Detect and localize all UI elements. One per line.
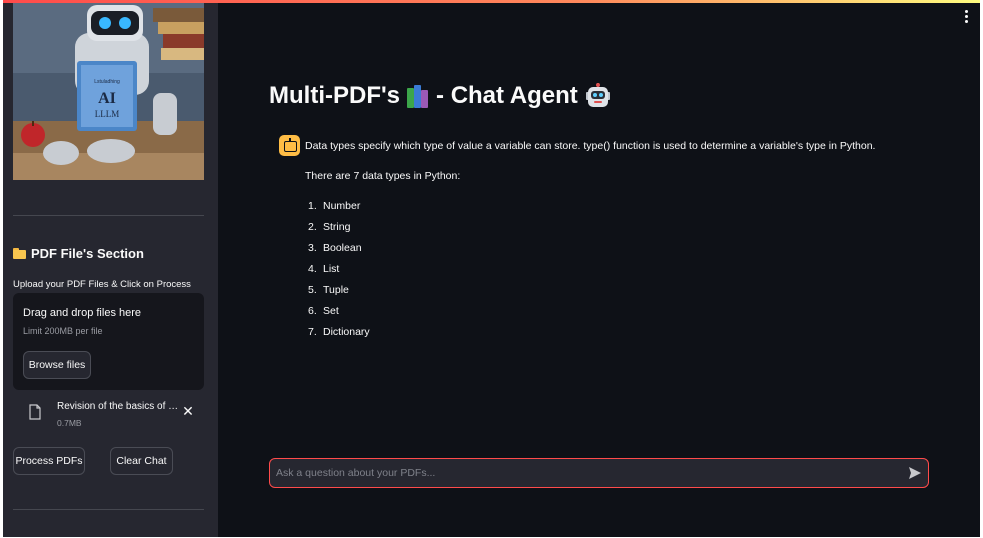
list-item: 5. Tuple	[308, 284, 349, 296]
hero-image: Lstuladhing AI LLLM	[13, 3, 204, 180]
assistant-message-line1: Data types specify which type of value a…	[305, 140, 876, 152]
chat-input-container	[269, 458, 929, 488]
assistant-avatar-robot-icon	[279, 135, 300, 156]
svg-text:Lstuladhing: Lstuladhing	[94, 79, 120, 85]
process-pdfs-button[interactable]: Process PDFs	[13, 447, 85, 475]
data-types-list: 1. Number 2. String 3. Boolean 4. List 5. Tup…	[308, 200, 370, 347]
list-item: 7. Dictionary	[308, 326, 370, 338]
upload-instructions: Upload your PDF Files & Click on Process	[13, 279, 191, 290]
svg-text:LLLM: LLLM	[95, 109, 120, 119]
title-part1: Multi-PDF's	[269, 82, 401, 109]
sidebar-divider-bottom	[13, 509, 204, 510]
main-menu-icon[interactable]	[961, 10, 971, 24]
books-icon	[407, 84, 429, 108]
section-title: PDF File's Section	[13, 246, 144, 261]
list-item: 2. String	[308, 221, 351, 233]
file-dropzone[interactable]: Drag and drop files here Limit 200MB per…	[13, 293, 204, 390]
list-item: 6. Set	[308, 305, 339, 317]
folder-icon	[13, 248, 26, 259]
app-window: Lstuladhing AI LLLM PDF File's Section U…	[3, 0, 980, 537]
remove-file-close-icon[interactable]: ✕	[181, 404, 195, 418]
list-item: 4. List	[308, 263, 340, 275]
uploaded-file-item: Revision of the basics of python.pdf 0.7…	[13, 398, 204, 434]
browse-files-button[interactable]: Browse files	[23, 351, 91, 379]
file-name: Revision of the basics of python.pdf	[57, 401, 179, 412]
sidebar: Lstuladhing AI LLLM PDF File's Section U…	[3, 3, 218, 537]
page-title: Multi-PDF's - Chat Agent	[269, 82, 611, 110]
list-item: 1. Number	[308, 200, 361, 212]
sidebar-divider-top	[13, 215, 204, 216]
robot-face-icon	[585, 83, 610, 107]
title-part2: - Chat Agent	[436, 82, 578, 109]
list-item: 3. Boolean	[308, 242, 362, 254]
chat-input[interactable]	[276, 459, 896, 487]
section-title-text: PDF File's Section	[31, 246, 144, 261]
clear-chat-button[interactable]: Clear Chat	[110, 447, 173, 475]
dropzone-title: Drag and drop files here	[23, 307, 142, 319]
assistant-message-line2: There are 7 data types in Python:	[305, 170, 461, 182]
svg-text:AI: AI	[98, 90, 116, 107]
dropzone-limit: Limit 200MB per file	[23, 326, 103, 336]
send-icon[interactable]	[908, 466, 922, 480]
file-size: 0.7MB	[57, 418, 82, 428]
file-icon	[29, 404, 41, 420]
